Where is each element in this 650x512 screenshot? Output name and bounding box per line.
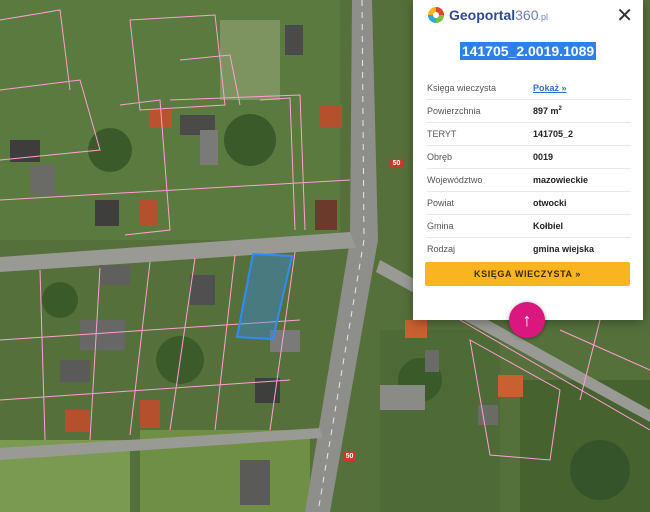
detail-row-commune: Gmina Kołbiel <box>427 215 631 238</box>
detail-row-land-register: Księga wieczysta Pokaż » <box>427 77 631 100</box>
detail-label: Obręb <box>427 152 453 162</box>
parcel-details-list: Księga wieczysta Pokaż » Powierzchnia 89… <box>427 77 631 260</box>
land-register-button[interactable]: KSIĘGA WIECZYSTA » <box>425 262 630 286</box>
road-number-badge: 50 <box>343 452 356 461</box>
detail-value: Kołbiel <box>533 221 564 231</box>
geoportal-logo-icon <box>428 7 444 23</box>
detail-label: Rodzaj <box>427 244 456 254</box>
geoportal-logo[interactable]: Geoportal360.pl <box>427 6 548 24</box>
detail-value: 141705_2 <box>533 129 574 139</box>
detail-value: gmina wiejska <box>533 244 595 254</box>
land-register-show-link[interactable]: Pokaż » <box>533 83 567 93</box>
detail-label: Księga wieczysta <box>427 83 497 93</box>
detail-row-type: Rodzaj gmina wiejska <box>427 238 631 260</box>
detail-label: TERYT <box>427 129 457 139</box>
detail-value: otwocki <box>533 198 567 208</box>
detail-row-teryt: TERYT 141705_2 <box>427 123 631 146</box>
parcel-id-title: 141705_2.0019.1089 <box>459 42 597 60</box>
scroll-up-button[interactable]: ↑ <box>509 302 545 338</box>
detail-value: 0019 <box>533 152 554 162</box>
detail-label: Województwo <box>427 175 483 185</box>
detail-label: Powierzchnia <box>427 106 481 116</box>
close-icon[interactable]: ✕ <box>616 6 633 26</box>
detail-row-county: Powiat otwocki <box>427 192 631 215</box>
road-number-badge: 50 <box>390 159 403 168</box>
parcel-info-panel: Geoportal360.pl ✕ 141705_2.0019.1089 Ksi… <box>413 0 643 320</box>
detail-label: Powiat <box>427 198 455 208</box>
detail-label: Gmina <box>427 221 454 231</box>
arrow-up-icon: ↑ <box>522 309 532 330</box>
logo-text: Geoportal360.pl <box>449 7 548 23</box>
detail-value: 897 m2 <box>533 106 562 116</box>
detail-row-area: Powierzchnia 897 m2 <box>427 100 631 123</box>
detail-row-voivodeship: Województwo mazowieckie <box>427 169 631 192</box>
detail-row-precinct: Obręb 0019 <box>427 146 631 169</box>
detail-value: mazowieckie <box>533 175 589 185</box>
